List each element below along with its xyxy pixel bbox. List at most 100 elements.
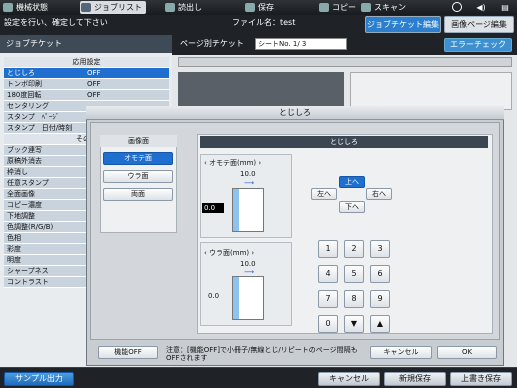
read-button[interactable]: 読出し [164,1,202,14]
list-item-label: 明度 [7,256,21,264]
key-8[interactable]: 8 [344,290,364,308]
list-icon [81,3,91,12]
key-2[interactable]: 2 [344,240,364,258]
move-up-button[interactable]: 上へ [339,176,365,188]
read-icon [165,3,175,12]
binding-edge [233,189,239,231]
tab-page-image-edit[interactable]: 画像ページ編集 [444,16,514,33]
back-margin-label: ‹ ウラ面(mm) › [204,249,255,257]
instruction-message: 設定を行い、確定して下さい [4,18,108,27]
list-item-binding-margin[interactable]: とじしろ OFF [4,68,169,79]
list-item-label: スタンプ 日付/時刻 [7,124,73,132]
list-item-label: センタリング [7,102,49,110]
move-down-button[interactable]: 下へ [339,201,365,213]
sheet-number-field[interactable]: シートNo. 1/ 3 [255,38,347,50]
scan-button[interactable]: スキャン [360,1,406,14]
key-1[interactable]: 1 [318,240,338,258]
move-left-button[interactable]: 左へ [311,188,337,200]
volume-icon[interactable]: ◀) [472,1,490,14]
dialog-ok-button[interactable]: OK [437,346,497,359]
save-button[interactable]: 保存 [244,1,274,14]
caution-note: 注意：[機能OFF]で小冊子/無線とじ/リピートのページ間隔もOFFされます [166,346,358,362]
overwrite-save-button[interactable]: 上書き保存 [450,372,512,386]
key-0[interactable]: 0 [318,315,338,333]
key-6[interactable]: 6 [370,265,390,283]
menu-icon[interactable]: ▤ [496,1,514,14]
page-thumbnail-strip [178,72,344,110]
save-label: 保存 [258,3,274,12]
list-item-rotate[interactable]: 180度回転 OFF [4,90,169,101]
dialog-title: とじしろ [86,106,504,120]
error-check-button[interactable]: エラーチェック [444,38,512,52]
image-side-group [100,135,177,233]
machine-icon [3,3,13,12]
list-item-value: OFF [87,69,101,77]
front-side-button[interactable]: オモテ面 [103,152,173,165]
list-item-label: 色相 [7,234,21,242]
machine-status-label: 機械状態 [16,3,48,12]
file-name: ファイル名：test [232,18,296,27]
function-off-button[interactable]: 機能OFF [98,346,158,359]
decrement-button[interactable]: ▼ [344,315,364,333]
globe-icon[interactable] [448,1,466,14]
read-label: 読出し [178,3,202,12]
copy-label: コピー [332,3,356,12]
tab-job-ticket-edit[interactable]: ジョブチケット編集 [365,16,441,33]
dialog-cancel-button[interactable]: キャンセル [370,346,432,359]
back-paper-preview [232,276,264,320]
list-item-label: 下地調整 [7,212,35,220]
machine-status-button[interactable]: 機械状態 [2,1,48,14]
list-item-label: 彩度 [7,245,21,253]
binding-edge [233,277,239,319]
list-item-label: スタンプ ﾍﾟｰｼﾞ [7,113,60,121]
list-item-trim-mark[interactable]: トンボ印刷 OFF [4,79,169,90]
back-margin-label-text: ウラ面(mm) [209,249,250,257]
key-4[interactable]: 4 [318,265,338,283]
front-paper-preview [232,188,264,232]
list-item-value: OFF [87,91,101,99]
key-5[interactable]: 5 [344,265,364,283]
both-sides-button[interactable]: 両面 [103,188,173,201]
page-scrollbar[interactable] [178,57,512,67]
sheet-number-label: シートNo. [258,40,291,48]
list-item-label: 180度回転 [7,91,42,99]
front-margin-label-text: オモテ面(mm) [209,159,257,167]
key-7[interactable]: 7 [318,290,338,308]
list-item-label: とじしろ [7,69,35,77]
bottom-cancel-button[interactable]: キャンセル [318,372,380,386]
margin-settings-title: とじしろ [200,136,488,148]
list-item-label: 全面画像 [7,190,35,198]
list-item-label: コントラスト [7,278,49,286]
copy-button[interactable]: コピー [318,1,356,14]
save-icon [245,3,255,12]
list-item-label: 任意スタンプ [7,179,49,187]
image-side-title: 画像面 [100,135,177,147]
sample-output-button[interactable]: サンプル出力 [4,372,74,386]
list-item-label: 枠消し [7,168,28,176]
scan-label: スキャン [374,3,406,12]
right-arrow-icon: ⟶ [244,268,255,276]
list-item-label: シャープネス [7,267,49,275]
job-list-button[interactable]: ジョブリスト [80,1,146,14]
section-header-applied: 応用設定 [4,57,169,68]
sheet-number-value: 1/ 3 [292,40,307,48]
save-new-button[interactable]: 新規保存 [384,372,446,386]
key-3[interactable]: 3 [370,240,390,258]
key-9[interactable]: 9 [370,290,390,308]
list-item-label: ブック連写 [7,146,42,154]
front-margin-label: ‹ オモテ面(mm) › [204,159,262,167]
list-item-label: 色調整(R/G/B) [7,223,54,231]
front-top-value: 10.0 [240,170,256,178]
job-list-label: ジョブリスト [94,3,142,12]
increment-button[interactable]: ▲ [370,315,390,333]
back-left-value[interactable]: 0.0 [206,291,228,301]
list-item-value: OFF [87,80,101,88]
move-right-button[interactable]: 右へ [366,188,392,200]
list-item-label: 原稿外消去 [7,157,42,165]
print-side-panel [350,72,512,110]
page-ticket-label: ページ別チケット [180,39,244,48]
back-side-button[interactable]: ウラ面 [103,170,173,183]
front-left-value[interactable]: 0.0 [202,203,224,213]
list-item-label: トンボ印刷 [7,80,42,88]
back-top-value: 10.0 [240,260,256,268]
